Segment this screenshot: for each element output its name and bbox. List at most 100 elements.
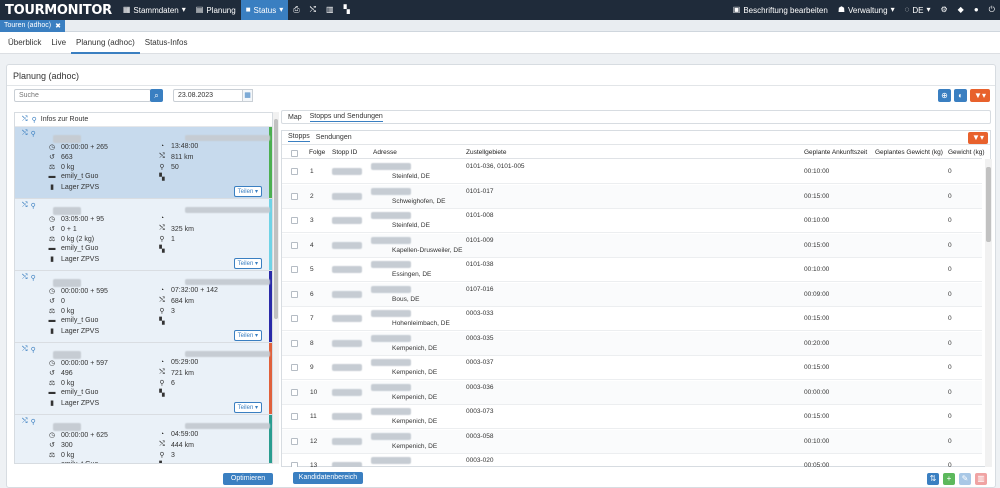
document-tabstrip: Touren (adhoc) ✖: [0, 20, 1000, 32]
table-row[interactable]: 13 0003-020 00:05:00 0: [282, 454, 982, 467]
table-row[interactable]: 6 Bous, DE 0107-016 00:09:00 0: [282, 282, 982, 307]
table-row[interactable]: 12 Kempenich, DE 0003-058 00:10:00 0: [282, 429, 982, 454]
col-adresse[interactable]: Adresse: [373, 149, 397, 156]
time-icon: ◔: [159, 143, 165, 150]
col-zustellgebiete[interactable]: Zustellgebiete: [466, 149, 506, 156]
delete-button[interactable]: ▥: [975, 473, 987, 485]
route-list-scrollbar[interactable]: [273, 112, 279, 464]
table-row[interactable]: 9 Kempenich, DE 0003-037 00:15:00 0: [282, 356, 982, 380]
document-tab[interactable]: Touren (adhoc) ✖: [0, 20, 65, 32]
table-row[interactable]: 3 Steinfeld, DE 0101-008 00:10:00 0: [282, 209, 982, 233]
tab-shipments[interactable]: Sendungen: [316, 134, 352, 141]
table-row[interactable]: 11 Kempenich, DE 0003-073 00:15:00 0: [282, 405, 982, 429]
row-checkbox[interactable]: [291, 241, 298, 249]
search-input[interactable]: [14, 89, 151, 102]
redacted-stop-id: [332, 413, 362, 420]
row-checkbox[interactable]: [291, 364, 298, 371]
row-checkbox[interactable]: [291, 413, 298, 420]
tab-stops[interactable]: Stopps: [288, 133, 310, 142]
history-icon: ↺: [49, 154, 55, 161]
share-button[interactable]: Teilen ▾: [233, 258, 262, 269]
zoom-button[interactable]: ⊕: [938, 89, 951, 102]
calculator-button[interactable]: ▥: [321, 0, 339, 20]
tab-map[interactable]: Map: [288, 114, 302, 121]
calendar-button[interactable]: ▦: [242, 89, 253, 102]
time-icon: ◔: [159, 359, 165, 366]
date-field[interactable]: 23.08.2023: [173, 89, 244, 102]
tab-stops-shipments[interactable]: Stopps und Sendungen: [309, 113, 383, 122]
map-icon: ▚: [159, 390, 165, 397]
route-button[interactable]: ⤭: [305, 0, 321, 20]
print-button[interactable]: ⎙: [288, 0, 304, 20]
tab-live[interactable]: Live: [46, 32, 71, 54]
route-card[interactable]: ⤭ ⚲ ◷ 00:00:00 + 597 ◔ 05:29:00 ↺ 496 ⤭ 721 k…: [15, 343, 272, 415]
col-stopp-id[interactable]: Stopp ID: [332, 149, 357, 156]
nav-stammdaten[interactable]: ▦ Stammdaten ▾: [118, 0, 191, 20]
tab-planning-adhoc[interactable]: Planung (adhoc): [71, 32, 140, 54]
optimize-button[interactable]: Optimieren: [223, 473, 273, 485]
share-button[interactable]: Teilen ▾: [233, 402, 262, 413]
logout-button[interactable]: ⏻: [984, 0, 1000, 20]
col-weight[interactable]: Gewicht (kg): [948, 149, 984, 156]
tab-overview[interactable]: Überblick: [3, 32, 46, 54]
redacted-name: [53, 423, 81, 431]
weight-icon: ⚖: [48, 236, 56, 243]
notifications-button[interactable]: ◆: [953, 0, 969, 20]
row-checkbox[interactable]: [291, 315, 298, 322]
share-button[interactable]: Teilen ▾: [233, 186, 262, 197]
col-folge[interactable]: Folge: [309, 149, 325, 156]
row-checkbox[interactable]: [291, 266, 298, 273]
search-button[interactable]: ⌕: [150, 89, 163, 102]
share-button[interactable]: Teilen ▾: [233, 330, 262, 341]
table-row[interactable]: 2 Schweighofen, DE 0101-017 00:15:00 0: [282, 184, 982, 209]
row-checkbox[interactable]: [291, 192, 298, 200]
table-row[interactable]: 4 Kapellen-Drusweiler, DE 0101-009 00:15…: [282, 233, 982, 258]
settings-button[interactable]: ⚙: [936, 0, 953, 20]
nav-planung[interactable]: ▤ Planung: [191, 0, 241, 20]
map-button[interactable]: ▚: [339, 0, 355, 20]
row-checkbox[interactable]: [291, 462, 298, 467]
admin-menu[interactable]: ☗ Verwaltung ▾: [833, 0, 900, 20]
language-menu[interactable]: ◌ DE ▾: [900, 0, 936, 20]
pin-icon: ⚲: [30, 347, 36, 354]
table-row[interactable]: 8 Kempenich, DE 0003-035 00:20:00 0: [282, 331, 982, 356]
table-row[interactable]: 1 Steinfeld, DE 0101-036, 0101-005 00:10…: [282, 160, 982, 184]
route-card[interactable]: ⤭ ⚲ ◷ 00:00:00 + 625 ◔ 04:59:00 ↺ 300 ⤭ 444 k…: [15, 415, 272, 463]
redacted-street: [371, 457, 411, 464]
add-button[interactable]: +: [943, 473, 955, 485]
route-card[interactable]: ⤭ ⚲ ◷ 00:00:00 + 265 ◔ 13:48:00 ↺ 663 ⤭ 811 k…: [15, 127, 272, 199]
nav-status[interactable]: ■ Status ▾: [240, 0, 289, 20]
table-row[interactable]: 5 Essingen, DE 0101-038 00:10:00 0: [282, 258, 982, 282]
redacted-street: [371, 163, 411, 170]
pin-icon: ⚲: [30, 419, 36, 426]
filter-button[interactable]: ▼▾: [970, 89, 990, 102]
select-all-checkbox[interactable]: [291, 150, 298, 157]
profile-button[interactable]: ●: [969, 0, 984, 20]
col-planned-weight[interactable]: Geplantes Gewicht (kg): [875, 149, 943, 156]
candidate-area-button[interactable]: Kandidatenbereich: [293, 472, 363, 484]
tab-status-infos[interactable]: Status-Infos: [140, 32, 193, 54]
edit-labels-link[interactable]: ▣ Beschriftung bearbeiten: [728, 0, 833, 20]
table-header: Folge Stopp ID Adresse Zustellgebiete Ge…: [282, 147, 984, 159]
col-eta[interactable]: Geplante Ankunftszeit: [804, 149, 867, 156]
row-checkbox[interactable]: [291, 437, 298, 445]
row-checkbox[interactable]: [291, 290, 298, 298]
table-row[interactable]: 7 Hohenleimbach, DE 0003-033 00:15:00 0: [282, 307, 982, 331]
row-checkbox[interactable]: [291, 168, 298, 175]
route-card[interactable]: ⤭ ⚲ ◷ 03:05:00 + 95 ◔ ↺ 0 + 1 ⤭ 325 km ⚖ 0 kg…: [15, 199, 272, 271]
palette-button[interactable]: ◐: [954, 89, 967, 102]
edit-button[interactable]: ✎: [959, 473, 971, 485]
route-card[interactable]: ⤭ ⚲ ◷ 00:00:00 + 595 ◔ 07:32:00 + 142 ↺ 0 ⤭ 6…: [15, 271, 272, 343]
row-checkbox[interactable]: [291, 339, 298, 347]
table-row[interactable]: 10 Kempenich, DE 0003-036 00:00:00 0: [282, 380, 982, 405]
row-checkbox[interactable]: [291, 388, 298, 396]
redacted-info: [185, 135, 270, 141]
table-scrollbar[interactable]: [985, 159, 992, 467]
close-icon[interactable]: ✖: [55, 22, 61, 30]
edit-icon: ✎: [961, 474, 969, 483]
table-filter-button[interactable]: ▼▾: [968, 132, 988, 144]
briefcase-icon: ▣: [732, 5, 741, 14]
row-checkbox[interactable]: [291, 217, 298, 224]
sort-button[interactable]: ⇅: [927, 473, 939, 485]
chat-icon: ◌: [904, 5, 910, 14]
